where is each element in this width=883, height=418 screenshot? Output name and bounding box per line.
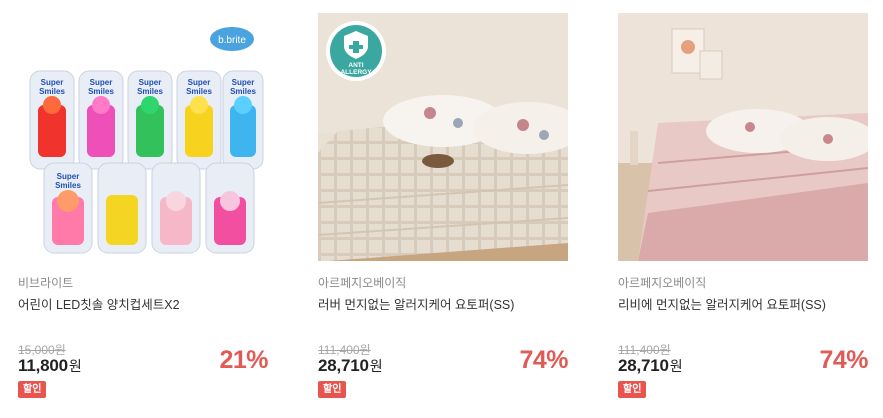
- price-unit: 원: [68, 358, 82, 374]
- product-brand: 아르페지오베이직: [618, 276, 707, 290]
- product-card[interactable]: 아르페지오베이직 리비에 먼지없는 알러지케어 요토퍼(SS) 111,400원…: [614, 0, 868, 418]
- sale-badge: 할인: [18, 381, 47, 398]
- package-label: Super: [90, 78, 113, 87]
- brand-logo: b.brite: [218, 35, 246, 46]
- sale-badge: 할인: [318, 381, 347, 398]
- package-label: Smiles: [88, 87, 114, 96]
- product-image[interactable]: [618, 13, 868, 261]
- package-label: Super: [188, 78, 211, 87]
- toothbrush-set-illustration: b.brite Super Smiles Super Smiles Super …: [18, 13, 268, 261]
- product-image[interactable]: b.brite Super Smiles Super Smiles Super …: [18, 13, 268, 261]
- package-label: Smiles: [230, 87, 256, 96]
- sale-price: 28,710원: [618, 356, 683, 376]
- product-image[interactable]: ANTI ALLERGY: [318, 13, 568, 261]
- product-title[interactable]: 러버 먼지없는 알러지케어 요토퍼(SS): [318, 294, 514, 313]
- product-brand: 아르페지오베이직: [318, 276, 407, 290]
- discount-rate: 74%: [519, 346, 568, 374]
- badge-text: ANTI: [348, 62, 363, 69]
- sale-price: 28,710원: [318, 356, 383, 376]
- product-title[interactable]: 리비에 먼지없는 알러지케어 요토퍼(SS): [618, 294, 826, 313]
- pink-topper-photo: [618, 13, 868, 261]
- package-label: Smiles: [137, 87, 163, 96]
- package-label: Smiles: [55, 181, 81, 190]
- discount-rate: 74%: [819, 346, 868, 374]
- sale-price-value: 11,800: [18, 356, 68, 375]
- package-label: Smiles: [186, 87, 212, 96]
- package-label: Super: [41, 78, 64, 87]
- product-card[interactable]: ANTI ALLERGY 아르페지오베이직 러버 먼지없는 알러지케어 요토퍼(…: [314, 0, 568, 418]
- discount-rate: 21%: [219, 346, 268, 374]
- product-card[interactable]: b.brite Super Smiles Super Smiles Super …: [14, 0, 268, 418]
- price-unit: 원: [369, 358, 383, 374]
- sale-price-value: 28,710: [318, 356, 369, 375]
- product-title[interactable]: 어린이 LED칫솔 양치컵세트X2: [18, 294, 180, 313]
- package-label: Super: [232, 78, 255, 87]
- package-label: Super: [139, 78, 162, 87]
- sale-price: 11,800원: [18, 356, 82, 376]
- product-brand: 비브라이트: [18, 276, 74, 290]
- package-label: Super: [57, 172, 80, 181]
- price-unit: 원: [669, 358, 683, 374]
- package-label: Smiles: [39, 87, 65, 96]
- topper-bed-photo: ANTI ALLERGY: [318, 13, 568, 261]
- sale-price-value: 28,710: [618, 356, 669, 375]
- sale-badge: 할인: [618, 381, 647, 398]
- badge-text: ALLERGY: [340, 69, 372, 76]
